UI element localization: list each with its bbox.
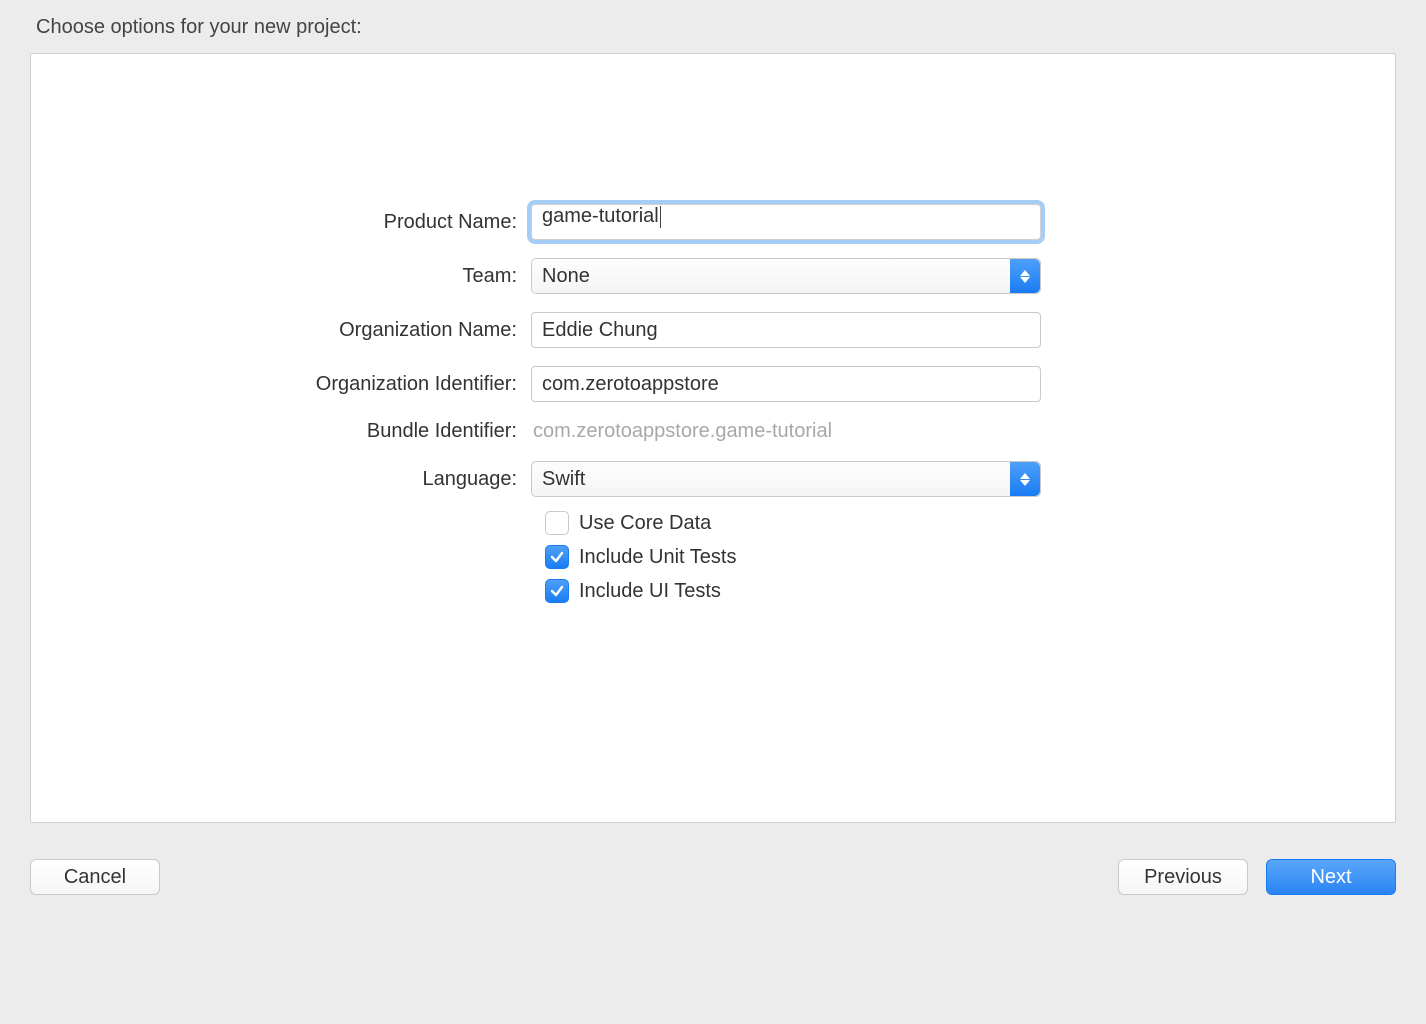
row-bundle-id: Bundle Identifier: com.zerotoappstore.ga…	[281, 420, 1041, 443]
previous-button[interactable]: Previous	[1118, 859, 1248, 895]
row-team: Team: None	[281, 258, 1041, 294]
team-value: None	[532, 265, 590, 288]
row-language: Language: Swift	[281, 461, 1041, 497]
bundle-id-value: com.zerotoappstore.game-tutorial	[531, 420, 1041, 443]
text-cursor-icon	[660, 206, 661, 228]
checkbox-group: Use Core Data Include Unit Tests Include…	[545, 511, 1041, 603]
dialog-window: Choose options for your new project: Pro…	[0, 0, 1426, 925]
language-label: Language:	[281, 468, 531, 491]
row-include-ui-tests: Include UI Tests	[545, 579, 1041, 603]
team-label: Team:	[281, 265, 531, 288]
cancel-button[interactable]: Cancel	[30, 859, 160, 895]
org-id-input[interactable]	[531, 366, 1041, 402]
next-button[interactable]: Next	[1266, 859, 1396, 895]
dialog-title: Choose options for your new project:	[36, 16, 1396, 39]
org-name-input[interactable]	[531, 312, 1041, 348]
use-core-data-label: Use Core Data	[579, 512, 711, 535]
bundle-id-label: Bundle Identifier:	[281, 420, 531, 443]
language-select[interactable]: Swift	[531, 461, 1041, 497]
org-name-label: Organization Name:	[281, 319, 531, 342]
stepper-icon	[1010, 259, 1040, 293]
team-select[interactable]: None	[531, 258, 1041, 294]
include-ui-tests-label: Include UI Tests	[579, 580, 721, 603]
org-id-label: Organization Identifier:	[281, 373, 531, 396]
include-unit-tests-checkbox[interactable]	[545, 545, 569, 569]
product-name-value: game-tutorial	[542, 205, 659, 227]
row-product-name: Product Name: game-tutorial	[281, 204, 1041, 240]
row-use-core-data: Use Core Data	[545, 511, 1041, 535]
row-include-unit-tests: Include Unit Tests	[545, 545, 1041, 569]
use-core-data-checkbox[interactable]	[545, 511, 569, 535]
language-value: Swift	[532, 468, 585, 491]
product-name-input[interactable]: game-tutorial	[531, 204, 1041, 240]
options-form: Product Name: game-tutorial Team: None	[281, 204, 1041, 603]
include-ui-tests-checkbox[interactable]	[545, 579, 569, 603]
product-name-label: Product Name:	[281, 211, 531, 234]
dialog-footer: Cancel Previous Next	[30, 859, 1396, 895]
stepper-icon	[1010, 462, 1040, 496]
options-panel: Product Name: game-tutorial Team: None	[30, 53, 1396, 823]
row-org-name: Organization Name:	[281, 312, 1041, 348]
row-org-id: Organization Identifier:	[281, 366, 1041, 402]
include-unit-tests-label: Include Unit Tests	[579, 546, 737, 569]
